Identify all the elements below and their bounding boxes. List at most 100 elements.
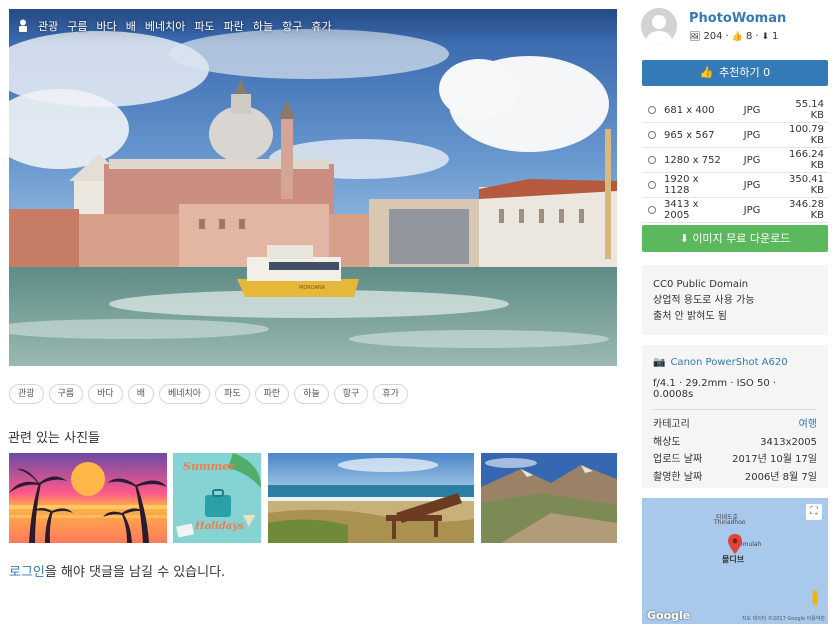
street-view-pegman-icon[interactable] bbox=[811, 590, 819, 606]
login-notice: 로그인을 해야 댓글을 남길 수 있습니다. bbox=[9, 561, 225, 580]
hero-tag-link[interactable]: 파란 bbox=[224, 18, 244, 34]
size-format: JPG bbox=[743, 129, 761, 141]
download-label: 이미지 무료 다운로드 bbox=[692, 232, 791, 245]
category-link[interactable]: 여행 bbox=[799, 416, 817, 434]
holidays-image: Summer Holidays bbox=[173, 453, 261, 543]
hero-tag-link[interactable]: 파도 bbox=[194, 18, 214, 34]
related-thumb-holidays[interactable]: Summer Holidays bbox=[173, 453, 261, 543]
camera-icon: 📷 bbox=[653, 357, 666, 368]
venice-photo: MOROANA bbox=[9, 9, 617, 366]
user-silhouette-icon bbox=[641, 8, 677, 44]
radio-button[interactable] bbox=[648, 206, 656, 214]
size-format: JPG bbox=[743, 104, 761, 116]
tag-pill[interactable]: 베네치아 bbox=[158, 384, 211, 404]
license-box: CC0 Public Domain 상업적 용도로 사용 가능 출처 안 밝혀도… bbox=[642, 265, 828, 335]
username-link[interactable]: PhotoWoman bbox=[689, 11, 786, 26]
related-thumb-beach[interactable] bbox=[268, 453, 474, 543]
image-icon: 🖼 bbox=[689, 31, 701, 42]
tag-pill[interactable]: 관광 bbox=[9, 384, 44, 404]
hero-tag-link[interactable]: 항구 bbox=[282, 18, 302, 34]
tag-pill[interactable]: 휴가 bbox=[373, 384, 408, 404]
free-download-button[interactable]: ⬇ 이미지 무료 다운로드 bbox=[642, 225, 828, 252]
size-option[interactable]: 1280 x 752 JPG 166.24 KB bbox=[642, 148, 828, 173]
size-option[interactable]: 3413 x 2005 JPG 346.28 KB bbox=[642, 198, 828, 223]
radio-button[interactable] bbox=[648, 156, 656, 164]
map-attribution[interactable]: 지도 데이터 ©2017 Google 이용약관 bbox=[742, 615, 825, 622]
tag-pill[interactable]: 바다 bbox=[88, 384, 123, 404]
size-dimensions: 1280 x 752 bbox=[664, 154, 721, 166]
avatar[interactable] bbox=[641, 8, 677, 44]
size-options: 681 x 400 JPG 55.14 KB 965 x 567 JPG 100… bbox=[642, 98, 828, 223]
meta-key: 촬영한 날짜 bbox=[653, 471, 703, 483]
login-link[interactable]: 로그인 bbox=[9, 565, 45, 580]
size-filesize: 350.41 KB bbox=[789, 174, 824, 196]
thumbs-up-icon: 👍 bbox=[731, 31, 743, 42]
fullscreen-icon[interactable]: ⛶ bbox=[806, 504, 822, 520]
tag-pill[interactable]: 배 bbox=[127, 384, 154, 404]
size-filesize: 166.24 KB bbox=[789, 149, 824, 171]
hero-tag-link[interactable]: 관광 bbox=[38, 18, 58, 34]
mountains-image bbox=[481, 453, 617, 543]
thumb-summer-text: Summer bbox=[183, 460, 236, 473]
license-line: CC0 Public Domain bbox=[653, 279, 749, 290]
size-filesize: 346.28 KB bbox=[789, 199, 824, 221]
hero-tag-link[interactable]: 하늘 bbox=[253, 18, 273, 34]
meta-value: 2006년 8월 7일 bbox=[744, 471, 817, 483]
meta-row: 해상도 3413x2005 bbox=[653, 434, 817, 452]
meta-row: 카테고리 여행 bbox=[653, 416, 817, 434]
map-pin-label: 몰디브 bbox=[722, 555, 745, 564]
location-map[interactable]: 티네도호 Thinadhoo Fulmulah 몰디브 ⛶ Google 지도 … bbox=[642, 498, 828, 624]
meta-row: 촬영한 날짜 2006년 8월 7일 bbox=[653, 469, 817, 487]
size-filesize: 100.79 KB bbox=[789, 124, 824, 146]
google-logo: Google bbox=[647, 609, 691, 622]
size-dimensions: 681 x 400 bbox=[664, 104, 715, 116]
meta-value: 3413x2005 bbox=[760, 436, 817, 448]
map-pin-icon[interactable] bbox=[728, 534, 742, 554]
related-thumb-sunset[interactable] bbox=[9, 453, 167, 543]
thumb-holidays-text: Holidays bbox=[194, 521, 244, 532]
download-icon: ⬇ bbox=[761, 31, 770, 42]
recommend-button[interactable]: 👍 추천하기 0 bbox=[642, 60, 828, 86]
size-option[interactable]: 681 x 400 JPG 55.14 KB bbox=[642, 98, 828, 123]
related-thumb-mountains[interactable] bbox=[481, 453, 617, 543]
tag-pill[interactable]: 하늘 bbox=[294, 384, 329, 404]
hero-tag-link[interactable]: 바다 bbox=[97, 18, 117, 34]
login-notice-text: 을 해야 댓글을 남길 수 있습니다. bbox=[44, 565, 226, 580]
radio-button[interactable] bbox=[648, 181, 656, 189]
image-count: 204 bbox=[703, 31, 723, 42]
size-format: JPG bbox=[743, 179, 761, 191]
license-line: 상업적 용도로 사용 가능 bbox=[653, 295, 755, 306]
tag-pill[interactable]: 파란 bbox=[254, 384, 290, 404]
meta-row: 업로드 날짜 2017년 10월 17일 bbox=[653, 451, 817, 469]
radio-button[interactable] bbox=[648, 106, 656, 114]
size-filesize: 55.14 KB bbox=[795, 99, 824, 121]
size-option[interactable]: 965 x 567 JPG 100.79 KB bbox=[642, 123, 828, 148]
meta-key: 업로드 날짜 bbox=[653, 454, 703, 465]
tag-pill[interactable]: 파도 bbox=[215, 384, 250, 404]
download-count: 1 bbox=[772, 31, 779, 42]
radio-button[interactable] bbox=[648, 131, 656, 139]
hero-tag-link[interactable]: 구름 bbox=[67, 18, 87, 34]
size-format: JPG bbox=[743, 204, 761, 216]
map-place-label: Thinadhoo bbox=[714, 519, 746, 526]
hero-tag-link[interactable]: 배 bbox=[126, 18, 136, 34]
boat-name: MOROANA bbox=[299, 285, 326, 291]
user-stats: 🖼 204 · 👍 8 · ⬇ 1 bbox=[689, 31, 778, 42]
main-photo[interactable]: MOROANA 관광 구름 바다 배 베네치아 파도 파란 하늘 항구 휴가 bbox=[9, 9, 617, 366]
meta-value: 2017년 10월 17일 bbox=[732, 454, 817, 465]
thumbs-up-icon: 👍 bbox=[699, 66, 714, 79]
separator: · bbox=[725, 31, 729, 42]
tag-pill[interactable]: 구름 bbox=[48, 384, 84, 404]
photo-metadata: 📷 Canon PowerShot A620 f/4.1 · 29.2mm · … bbox=[642, 345, 828, 488]
related-title: 관련 있는 사진들 bbox=[8, 431, 100, 446]
hero-tag-link[interactable]: 베네치아 bbox=[145, 18, 185, 34]
tag-pill-list: 관광 구름 바다 배 베네치아 파도 파란 하늘 항구 휴가 bbox=[9, 384, 408, 404]
size-option[interactable]: 1920 x 1128 JPG 350.41 KB bbox=[642, 173, 828, 198]
hero-tag-link[interactable]: 휴가 bbox=[311, 18, 331, 34]
size-format: JPG bbox=[743, 154, 761, 166]
exif-info: f/4.1 · 29.2mm · ISO 50 · 0.0008s bbox=[653, 378, 777, 400]
camera-link[interactable]: Canon PowerShot A620 bbox=[670, 357, 787, 368]
tag-pill[interactable]: 항구 bbox=[333, 384, 369, 404]
size-dimensions: 965 x 567 bbox=[664, 129, 715, 141]
meta-key: 해상도 bbox=[653, 436, 681, 448]
